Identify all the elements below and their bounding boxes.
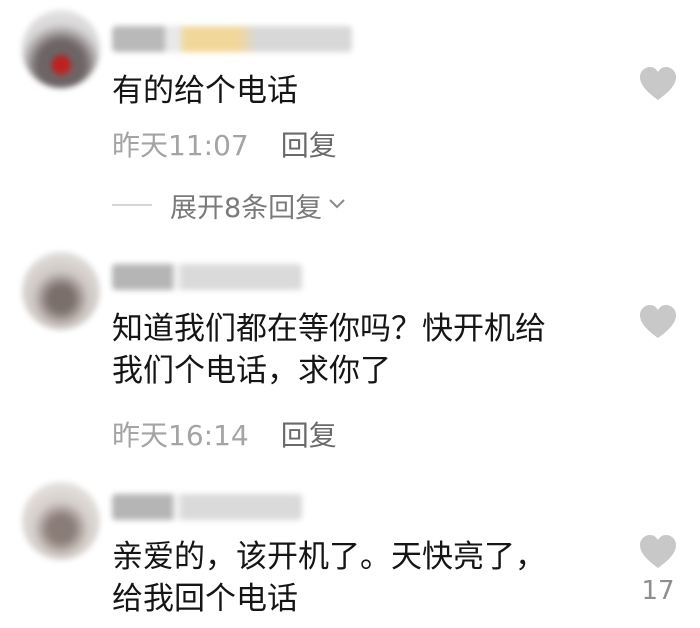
comment-text-line: 给我回个电话 [112, 581, 298, 617]
avatar[interactable] [22, 482, 100, 560]
reply-button[interactable]: 回复 [281, 414, 337, 454]
comment-text: 知道我们都在等你吗？快开机给 我们个电话，求你了 [112, 308, 612, 392]
heart-icon [640, 305, 676, 338]
expand-replies-label[interactable]: 展开8条回复 [170, 186, 322, 225]
comment-text-line: 亲爱的，该开机了。天快亮了， [112, 539, 546, 575]
username-blurred[interactable] [112, 494, 302, 520]
comment-item: 有的给个电话 昨天11:07 回复 展开8条回复 [0, 0, 700, 230]
comment-item: 知道我们都在等你吗？快开机给 我们个电话，求你了 昨天16:14 回复 [0, 240, 700, 460]
heart-icon [640, 67, 676, 100]
like-button[interactable]: 17 [636, 534, 680, 606]
avatar[interactable] [22, 10, 100, 88]
like-button[interactable] [636, 304, 680, 346]
comment-text-line: 我们个电话，求你了 [112, 353, 391, 389]
like-button[interactable] [636, 66, 680, 108]
comment-meta: 昨天16:14 回复 [112, 414, 337, 454]
reply-button[interactable]: 回复 [281, 124, 337, 164]
expand-replies[interactable]: 展开8条回复 [112, 186, 348, 225]
comment-time: 昨天16:14 [112, 419, 249, 452]
comment-meta: 昨天11:07 回复 [112, 124, 337, 164]
comment-item: 亲爱的，该开机了。天快亮了， 给我回个电话 17 [0, 470, 700, 628]
comment-text-line: 知道我们都在等你吗？快开机给 [112, 311, 546, 347]
comment-time: 昨天11:07 [112, 129, 249, 162]
heart-icon [640, 535, 676, 568]
comment-text: 有的给个电话 [112, 73, 298, 109]
username-blurred[interactable] [112, 26, 352, 52]
like-count: 17 [641, 576, 675, 606]
username-blurred[interactable] [112, 264, 302, 290]
divider [112, 204, 152, 206]
chevron-down-icon [326, 190, 348, 221]
comment-text: 亲爱的，该开机了。天快亮了， 给我回个电话 [112, 536, 612, 620]
avatar[interactable] [22, 252, 100, 330]
